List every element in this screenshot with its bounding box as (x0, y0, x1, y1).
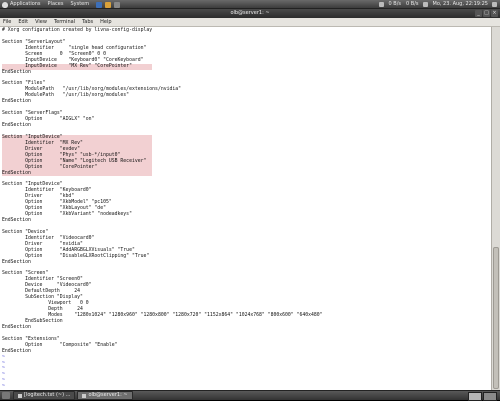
bottom-panel: [logitech.txt (~) ... olb@server1: ~ (0, 390, 500, 401)
clock[interactable]: Mo, 23. Aug, 22:19:25 (433, 0, 489, 9)
system-menu[interactable]: System (70, 0, 89, 9)
terminal-launcher-icon[interactable] (114, 1, 121, 8)
taskbar-item-terminal[interactable]: olb@server1: ~ (77, 391, 133, 400)
window-title: olb@server1: ~ (230, 10, 270, 16)
menu-terminal[interactable]: Terminal (54, 18, 75, 26)
top-panel: Applications Places System 0 B/s 0 B/s M… (0, 0, 500, 9)
taskbar-item-label: olb@server1: ~ (88, 392, 128, 398)
applications-menu-label: Applications (10, 1, 41, 7)
terminal-text: # Xorg configuration created by livna-co… (0, 27, 492, 390)
browser-launcher-icon[interactable] (96, 1, 103, 8)
gnome-foot-icon (2, 1, 8, 8)
minimize-icon[interactable]: _ (475, 10, 482, 17)
volume-icon[interactable] (422, 2, 428, 7)
net-download-rate: 0 B/s (388, 1, 402, 7)
close-icon[interactable]: × (491, 10, 498, 17)
taskbar-item-logitech-txt[interactable]: [logitech.txt (~) ... (13, 391, 76, 400)
menu-view[interactable]: View (35, 18, 47, 26)
net-upload-rate: 0 B/s (406, 1, 419, 7)
window-titlebar[interactable]: olb@server1: ~ _ □ × (0, 9, 500, 18)
text-editor-icon (18, 393, 22, 398)
taskbar-item-label: [logitech.txt (~) ... (24, 392, 71, 398)
system-menu-label: System (70, 1, 90, 7)
terminal-icon (82, 393, 87, 398)
terminal-content[interactable]: # Xorg configuration created by livna-co… (0, 27, 492, 390)
places-menu-label: Places (47, 1, 64, 7)
power-icon[interactable] (492, 2, 497, 7)
maximize-icon[interactable]: □ (483, 10, 490, 17)
network-icon[interactable] (378, 2, 384, 7)
places-menu[interactable]: Places (48, 0, 64, 9)
menu-help[interactable]: Help (100, 18, 111, 26)
mail-launcher-icon[interactable] (105, 1, 112, 8)
terminal-window: olb@server1: ~ _ □ × File Edit View Term… (0, 9, 500, 390)
menu-edit[interactable]: Edit (18, 18, 28, 26)
menu-bar: File Edit View Terminal Tabs Help (0, 18, 500, 27)
scrollbar-thumb[interactable] (493, 247, 499, 389)
menu-file[interactable]: File (3, 18, 11, 26)
terminal-scrollbar[interactable] (491, 27, 500, 390)
menu-tabs[interactable]: Tabs (82, 18, 93, 26)
show-desktop-icon[interactable] (2, 392, 10, 399)
applications-menu[interactable]: Applications (2, 0, 41, 9)
